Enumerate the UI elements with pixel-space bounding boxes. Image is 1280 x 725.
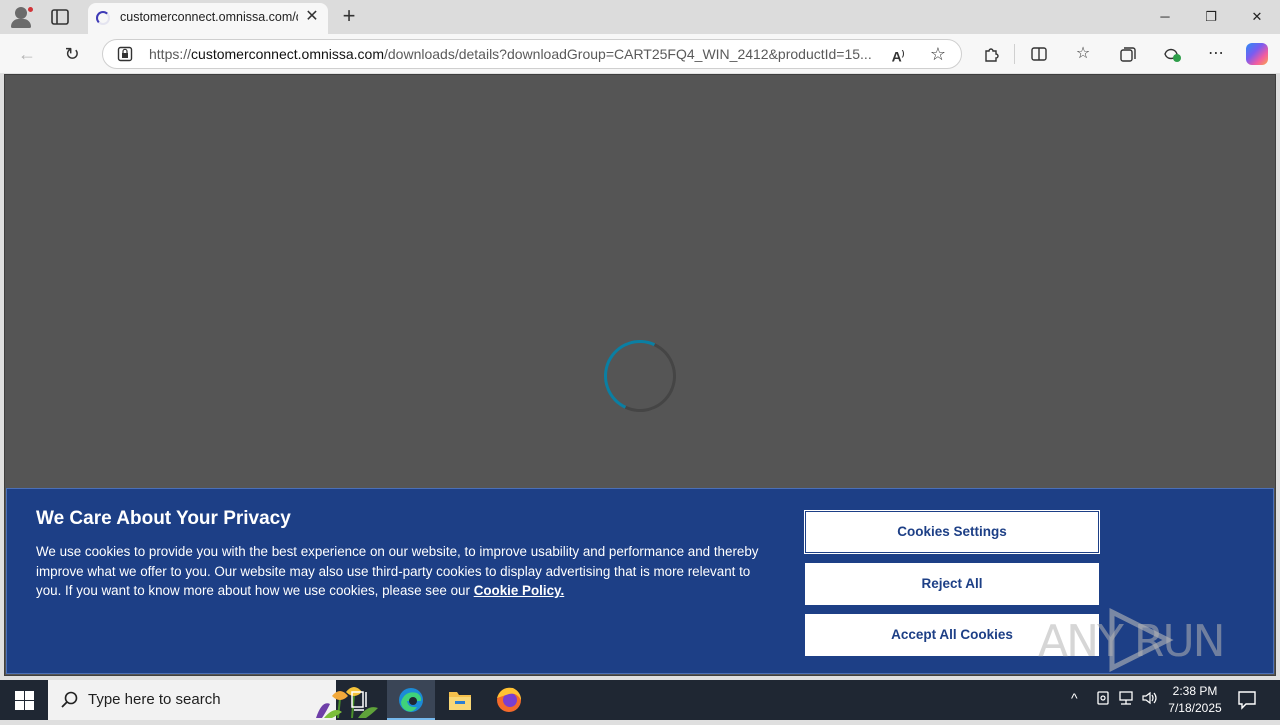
loading-spinner-icon [593, 329, 687, 423]
clock-time: 2:38 PM [1172, 684, 1218, 698]
device-icon[interactable] [1095, 690, 1111, 709]
browser-toolbar: ← ↻ https://customerconnect.omnissa.com/… [0, 34, 1280, 74]
firefox-icon[interactable] [485, 680, 533, 720]
cookie-banner-text: We use cookies to provide you with the b… [36, 544, 759, 599]
back-arrow-icon[interactable]: ← [14, 42, 40, 66]
cookie-policy-link[interactable]: Cookie Policy. [474, 583, 565, 598]
url-text[interactable]: https://customerconnect.omnissa.com/down… [149, 46, 879, 62]
file-explorer-icon[interactable] [436, 680, 484, 720]
edge-taskbar-icon[interactable] [387, 680, 435, 720]
anyrun-watermark: ANY RUN [1038, 606, 1234, 672]
profile-avatar-icon[interactable] [8, 5, 34, 29]
taskbar-search-box[interactable]: Type here to search [48, 680, 378, 720]
show-hidden-icons-icon[interactable]: ^ [1071, 690, 1078, 706]
windows-start-icon[interactable] [0, 680, 48, 720]
watermark-text: ANY RUN [1038, 616, 1226, 667]
site-info-icon[interactable] [117, 46, 133, 62]
restore-button[interactable]: ❐ [1188, 4, 1234, 30]
tab-strip: customerconnect.omnissa.com/dc ✕ + ─ ❐ ✕ [0, 0, 1280, 34]
cookies-settings-button[interactable]: Cookies Settings [804, 510, 1100, 554]
collections-icon[interactable] [1115, 42, 1141, 66]
settings-more-icon[interactable]: ⋯ [1203, 42, 1229, 66]
task-view-icon[interactable] [336, 680, 384, 720]
browser-essentials-icon[interactable] [1159, 42, 1185, 66]
notification-center-icon[interactable] [1236, 690, 1258, 710]
reject-all-button[interactable]: Reject All [805, 563, 1099, 605]
address-bar[interactable]: https://customerconnect.omnissa.com/down… [102, 39, 962, 69]
favorites-icon[interactable]: ☆ [1070, 42, 1096, 66]
split-screen-icon[interactable] [1026, 42, 1052, 66]
taskbar-clock[interactable]: 2:38 PM 7/18/2025 [1160, 683, 1230, 717]
copilot-icon[interactable] [1246, 43, 1268, 65]
loading-icon [96, 11, 110, 25]
refresh-icon[interactable]: ↻ [59, 42, 85, 66]
volume-icon[interactable] [1141, 690, 1159, 709]
toolbar-divider [1014, 44, 1015, 64]
close-window-button[interactable]: ✕ [1234, 4, 1280, 30]
extensions-icon[interactable] [978, 42, 1004, 66]
network-icon[interactable] [1117, 690, 1135, 709]
tab-close-icon[interactable]: ✕ [302, 7, 322, 27]
taskbar: Type here to search ^ 2:38 PM 7/18/2025 [0, 680, 1280, 720]
tab-actions-icon[interactable] [50, 8, 70, 26]
minimize-button[interactable]: ─ [1142, 4, 1188, 30]
new-tab-button[interactable]: + [338, 5, 360, 27]
search-icon [60, 690, 80, 710]
search-placeholder: Type here to search [88, 691, 221, 708]
favorite-star-icon[interactable]: ☆ [927, 43, 949, 65]
tab-title: customerconnect.omnissa.com/dc [120, 10, 298, 24]
clock-date: 7/18/2025 [1168, 701, 1222, 715]
active-tab[interactable]: customerconnect.omnissa.com/dc ✕ [88, 3, 328, 34]
cookie-banner-title: We Care About Your Privacy [36, 508, 291, 529]
read-aloud-icon[interactable]: A) [887, 44, 909, 65]
